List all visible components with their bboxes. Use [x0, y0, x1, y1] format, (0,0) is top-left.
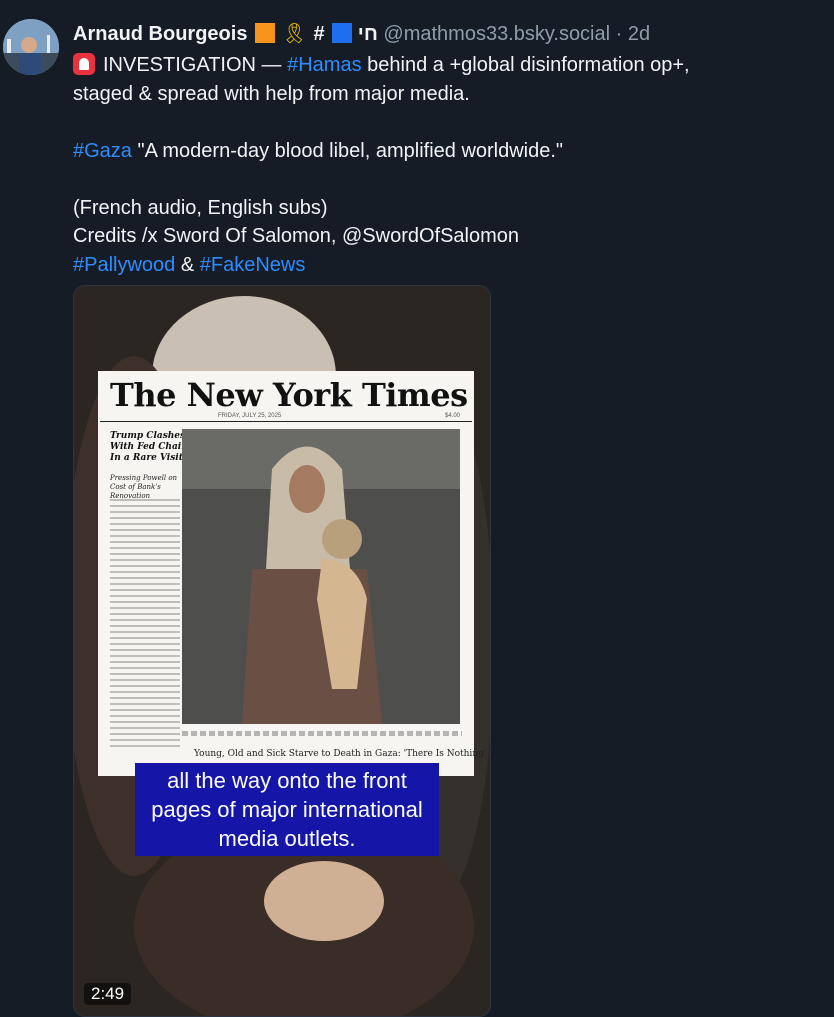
hashtag-gaza[interactable]: #Gaza [73, 140, 132, 162]
post[interactable]: Arnaud Bourgeois 🎗 # חי @mathmos33.bsky.… [0, 0, 834, 1017]
avatar[interactable] [3, 19, 59, 75]
newspaper-front-page: The New York Times FRIDAY, JULY 25, 2025… [98, 371, 487, 776]
newspaper-headline: Trump Clashes With Fed Chair In a Rare V… [110, 431, 186, 463]
orange-square-icon [255, 23, 276, 43]
yellow-ribbon-icon: 🎗 [281, 23, 307, 45]
newspaper-rule [100, 421, 472, 422]
author-suffix: # [313, 23, 325, 45]
post-header: Arnaud Bourgeois 🎗 # חי @mathmos33.bsky.… [73, 20, 814, 48]
newspaper-subhead: Pressing Powell on Cost of Bank's Renova… [110, 474, 178, 500]
video-subtitle: all the way onto the front pages of majo… [135, 763, 439, 856]
line2: staged & spread with help from major med… [73, 82, 470, 105]
line3-suffix: "A modern-day blood libel, amplified wor… [137, 139, 564, 162]
newspaper-text-column [110, 499, 180, 749]
separator: · [615, 23, 623, 45]
line5: Credits /x Sword Of Salomon, @SwordOfSal… [73, 225, 520, 247]
post-text: INVESTIGATION — #Hamas behind a +global … [73, 51, 793, 279]
video-duration: 2:49 [84, 983, 132, 1005]
subtitle-line-2: pages of major international [151, 797, 423, 822]
line1-prefix: INVESTIGATION — [103, 54, 282, 76]
line4: (French audio, English subs) [73, 196, 328, 219]
blue-square-icon [332, 23, 353, 43]
newspaper-photo [182, 429, 460, 724]
subtitle-line-3: media outlets. [218, 826, 356, 851]
newspaper-photo-caption: Young, Old and Sick Starve to Death in G… [194, 749, 487, 759]
hashtag-pallywood[interactable]: #Pallywood [73, 254, 175, 276]
newspaper-photo-caption-small [182, 731, 462, 736]
author-hebrew: חי [357, 23, 378, 45]
hashtag-hamas[interactable]: #Hamas [287, 54, 361, 76]
video-player[interactable]: The New York Times FRIDAY, JULY 25, 2025… [73, 285, 491, 1017]
newspaper-date: FRIDAY, JULY 25, 2025 [218, 413, 282, 419]
author-name[interactable]: Arnaud Bourgeois [73, 23, 247, 45]
siren-icon [73, 53, 95, 75]
hashtag-fakenews[interactable]: #FakeNews [200, 254, 306, 276]
newspaper-masthead: The New York Times [110, 376, 468, 414]
subtitle-line-1: all the way onto the front [167, 768, 407, 793]
ampersand: & [180, 253, 195, 276]
post-timestamp[interactable]: 2d [628, 23, 650, 45]
newspaper-price: $4.00 [444, 413, 460, 419]
author-handle[interactable]: @mathmos33.bsky.social [383, 23, 610, 45]
line1-suffix: behind a +global disinformation op+, [367, 54, 690, 76]
